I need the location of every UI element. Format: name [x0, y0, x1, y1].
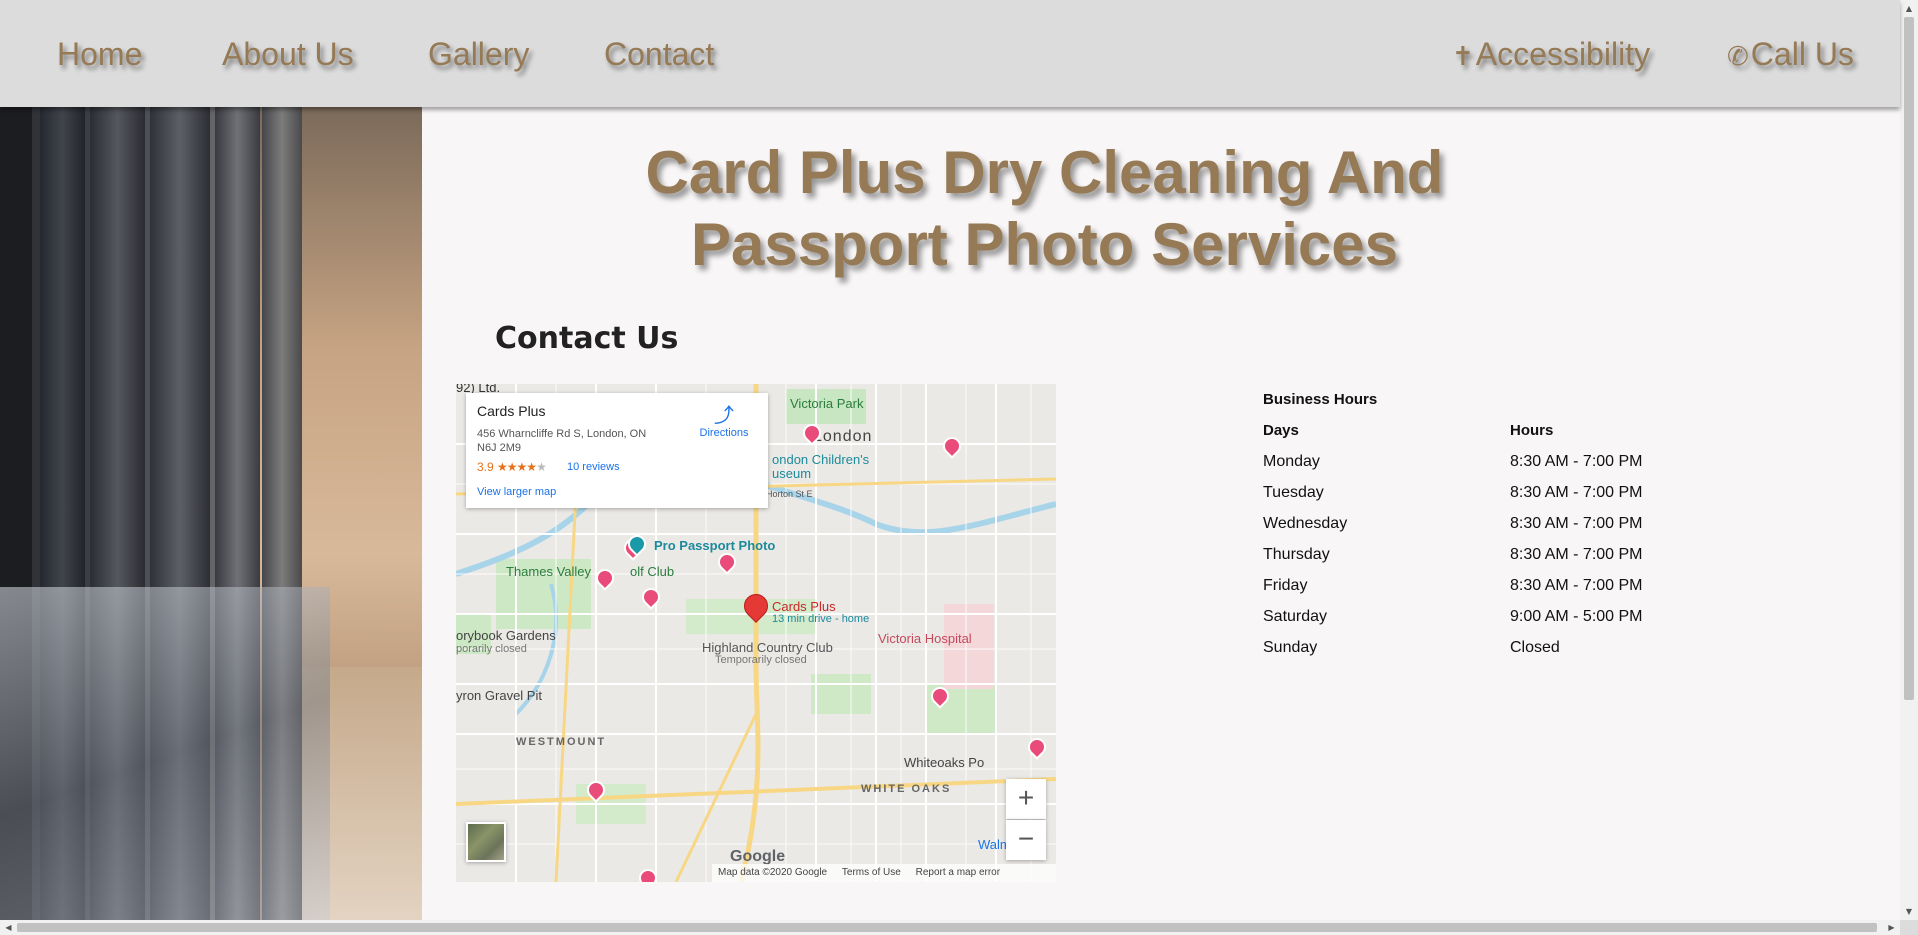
scroll-up-arrow-icon[interactable]: ▲ — [1900, 0, 1918, 17]
hours-row: Tuesday 8:30 AM - 7:00 PM — [1263, 483, 1683, 514]
contact-heading: Contact Us — [495, 321, 679, 356]
map-label-victoria-hospital: Victoria Hospital — [878, 631, 972, 646]
nav-accessibility-link[interactable]: ✝Accessibility — [1452, 36, 1650, 73]
time-cell: 8:30 AM - 7:00 PM — [1510, 546, 1643, 563]
map-label-storybook: orybook Gardens — [456, 628, 556, 643]
hours-row: Saturday 9:00 AM - 5:00 PM — [1263, 607, 1683, 638]
map-label-white-oaks: WHITE OAKS — [861, 783, 952, 795]
nav-call-link[interactable]: ✆Call Us — [1727, 36, 1854, 73]
hours-row: Friday 8:30 AM - 7:00 PM — [1263, 576, 1683, 607]
map-label-childrens-museum: ondon Children's — [772, 452, 870, 467]
map-label-temp-closed-1: porarily closed — [456, 643, 527, 655]
map-label-westmount: WESTMOUNT — [516, 736, 607, 748]
day-cell: Thursday — [1263, 546, 1330, 563]
time-cell: 8:30 AM - 7:00 PM — [1510, 453, 1643, 470]
google-map-embed[interactable]: 92) Ltd. Victoria Park London ondon Chil… — [456, 384, 1056, 882]
days-header: Days — [1263, 422, 1299, 439]
scroll-right-arrow-icon[interactable]: ▶ — [1883, 920, 1900, 935]
hours-row: Sunday Closed — [1263, 638, 1683, 669]
nav-accessibility-label: Accessibility — [1475, 36, 1651, 72]
time-cell: 8:30 AM - 7:00 PM — [1510, 515, 1643, 532]
report-map-error-link[interactable]: Report a map error — [916, 867, 1000, 878]
map-label-highland: Highland Country Club — [702, 640, 833, 655]
map-label-whiteoaks-po: Whiteoaks Po — [904, 755, 985, 770]
map-label-gravel-pit: yron Gravel Pit — [456, 688, 542, 703]
page-title: Card Plus Dry Cleaning And Passport Phot… — [645, 139, 1444, 278]
hours-row: Monday 8:30 AM - 7:00 PM — [1263, 452, 1683, 483]
map-label-thames-valley: Thames Valley — [506, 564, 592, 579]
scrollbar-corner — [1900, 920, 1918, 935]
hours-header: Hours — [1510, 422, 1554, 439]
map-marker-sublabel: 13 min drive - home — [772, 613, 870, 625]
zoom-out-button[interactable]: − — [1006, 820, 1046, 860]
time-cell: 8:30 AM - 7:00 PM — [1510, 484, 1643, 501]
horizontal-scrollbar[interactable]: ◀ ▶ — [0, 920, 1900, 935]
place-rating: 3.9 ★★★★★ — [477, 460, 547, 474]
hours-row: Thursday 8:30 AM - 7:00 PM — [1263, 545, 1683, 576]
dry-cleaning-garments-photo — [0, 107, 422, 920]
place-name: Cards Plus — [477, 403, 546, 419]
rating-value: 3.9 — [477, 460, 494, 474]
map-footer: Map data ©2020 Google Terms of Use Repor… — [712, 864, 1056, 882]
hours-row: Wednesday 8:30 AM - 7:00 PM — [1263, 514, 1683, 545]
time-cell: 9:00 AM - 5:00 PM — [1510, 608, 1643, 625]
map-label-museum: useum — [772, 466, 812, 481]
day-cell: Sunday — [1263, 639, 1318, 656]
map-label-horton: Horton St E — [766, 489, 813, 499]
day-cell: Monday — [1263, 453, 1320, 470]
google-logo-text: Google — [730, 848, 786, 865]
map-data-credit: Map data ©2020 Google — [718, 867, 828, 878]
map-label-pro-passport: Pro Passport Photo — [654, 538, 776, 553]
map-label-victoria-park: Victoria Park — [790, 396, 864, 411]
reviews-link[interactable]: 10 reviews — [567, 461, 620, 473]
day-cell: Friday — [1263, 577, 1308, 594]
time-cell: Closed — [1510, 639, 1560, 656]
day-cell: Saturday — [1263, 608, 1328, 625]
nav-gallery-link[interactable]: Gallery — [428, 36, 529, 73]
map-label-temp-closed-2: Temporarily closed — [715, 654, 807, 666]
phone-icon: ✆ — [1727, 41, 1749, 71]
scroll-down-arrow-icon[interactable]: ▼ — [1900, 903, 1918, 920]
vertical-scroll-thumb[interactable] — [1904, 17, 1914, 700]
business-hours-table: Business Hours Days Hours Monday 8:30 AM … — [1263, 390, 1683, 669]
top-navbar: Home About Us Gallery Contact ✝Accessibi… — [0, 0, 1900, 107]
directions-label: Directions — [699, 427, 749, 439]
terms-of-use-link[interactable]: Terms of Use — [842, 867, 901, 878]
directions-icon: ⤴ — [714, 405, 734, 427]
map-label-golf-club: olf Club — [630, 564, 675, 579]
day-cell: Tuesday — [1263, 484, 1324, 501]
nav-contact-link[interactable]: Contact — [604, 36, 714, 73]
day-cell: Wednesday — [1263, 515, 1348, 532]
main-content: Card Plus Dry Cleaning And Passport Phot… — [422, 107, 1900, 920]
vertical-scrollbar[interactable]: ▲ ▼ — [1900, 0, 1918, 920]
nav-about-link[interactable]: About Us — [222, 36, 354, 73]
map-marker-label: Cards Plus — [772, 599, 836, 614]
rating-stars-icon: ★★★★★ — [497, 460, 547, 474]
nav-call-label: Call Us — [1750, 36, 1854, 72]
scroll-left-arrow-icon[interactable]: ◀ — [0, 920, 17, 935]
accessibility-icon: ✝ — [1452, 41, 1474, 71]
nav-home-link[interactable]: Home — [57, 36, 142, 73]
horizontal-scroll-thumb[interactable] — [17, 923, 1877, 932]
satellite-toggle-button[interactable] — [466, 822, 506, 862]
business-hours-caption: Business Hours — [1263, 391, 1378, 408]
directions-button[interactable]: ⤴ Directions — [694, 405, 754, 439]
zoom-in-button[interactable]: + — [1006, 779, 1046, 819]
map-place-card: Cards Plus 456 Wharncliffe Rd S, London,… — [466, 393, 768, 508]
time-cell: 8:30 AM - 7:00 PM — [1510, 577, 1643, 594]
hours-header-row: Days Hours — [1263, 421, 1683, 452]
map-label-london: London — [813, 428, 873, 445]
view-larger-map-link[interactable]: View larger map — [477, 486, 556, 498]
place-address: 456 Wharncliffe Rd S, London, ON N6J 2M9 — [477, 428, 647, 454]
